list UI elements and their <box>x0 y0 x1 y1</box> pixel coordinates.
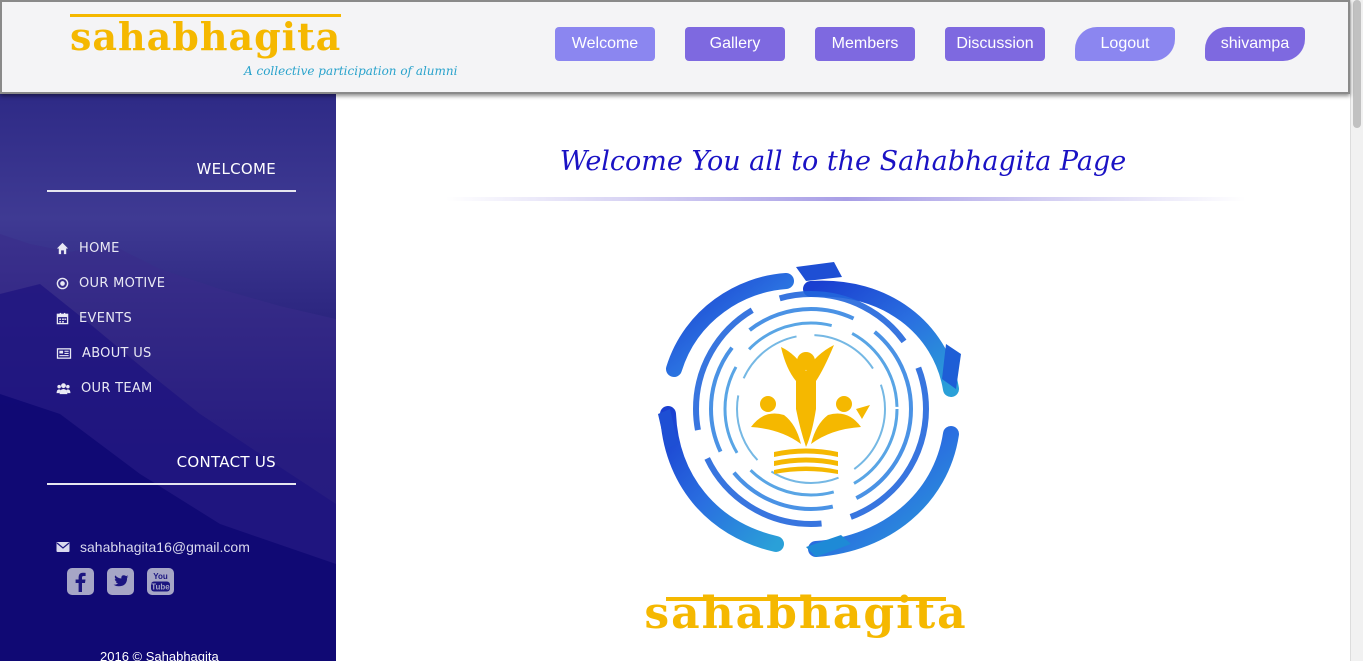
svg-text:Tube: Tube <box>151 583 170 592</box>
scrollbar-thumb[interactable] <box>1353 0 1361 128</box>
title-divider <box>446 197 1246 201</box>
svg-text:You: You <box>153 572 168 581</box>
sidebar-item-label: OUR TEAM <box>81 380 153 396</box>
page-title: Welcome You all to the Sahabhagita Page <box>559 146 1127 177</box>
home-icon <box>56 242 69 254</box>
nav-welcome-button[interactable]: Welcome <box>555 27 655 61</box>
welcome-section-title: WELCOME <box>196 160 276 178</box>
page-scrollbar[interactable] <box>1350 0 1363 661</box>
logout-button[interactable]: Logout <box>1075 27 1175 61</box>
envelope-icon <box>56 542 70 552</box>
users-icon <box>56 382 71 394</box>
contact-email[interactable]: sahabhagita16@gmail.com <box>56 537 250 557</box>
brand-wordmark: sahabhagita <box>644 588 968 639</box>
nav-gallery-button[interactable]: Gallery <box>685 27 785 61</box>
sidebar-item-label: HOME <box>79 240 120 256</box>
user-profile-button[interactable]: shivampa <box>1205 27 1305 61</box>
nav-members-button[interactable]: Members <box>815 27 915 61</box>
sidebar-item-events[interactable]: EVENTS <box>56 308 132 328</box>
logo-tagline: A collective participation of alumni <box>244 64 458 78</box>
contact-divider <box>47 483 296 485</box>
facebook-icon[interactable] <box>67 568 94 595</box>
site-logo[interactable]: sahabhagita <box>70 14 342 57</box>
sidebar-item-label: EVENTS <box>79 310 133 326</box>
main-content: Welcome You all to the Sahabhagita Page <box>336 94 1350 661</box>
sidebar-item-home[interactable]: HOME <box>56 238 120 258</box>
twitter-icon[interactable] <box>107 568 134 595</box>
target-icon <box>56 277 69 289</box>
sidebar: WELCOME HOME OUR MOTIVE EVENTS ABOUT US … <box>0 94 336 661</box>
email-text: sahabhagita16@gmail.com <box>80 539 250 555</box>
sidebar-item-team[interactable]: OUR TEAM <box>56 378 153 398</box>
sidebar-item-label: OUR MOTIVE <box>79 275 166 291</box>
contact-section-title: CONTACT US <box>176 453 276 471</box>
newspaper-icon <box>56 347 72 359</box>
header-bar: sahabhagita A collective participation o… <box>0 0 1350 94</box>
calendar-icon <box>56 312 69 324</box>
sidebar-item-label: ABOUT US <box>82 345 152 361</box>
youtube-icon[interactable]: You Tube <box>147 568 174 595</box>
nav-discussion-button[interactable]: Discussion <box>945 27 1045 61</box>
welcome-divider <box>47 190 296 192</box>
sidebar-item-about[interactable]: ABOUT US <box>56 343 152 363</box>
sahabhagita-emblem <box>658 262 961 557</box>
copyright-text: 2016 © Sahabhagita <box>100 649 219 661</box>
sidebar-item-motive[interactable]: OUR MOTIVE <box>56 273 165 293</box>
